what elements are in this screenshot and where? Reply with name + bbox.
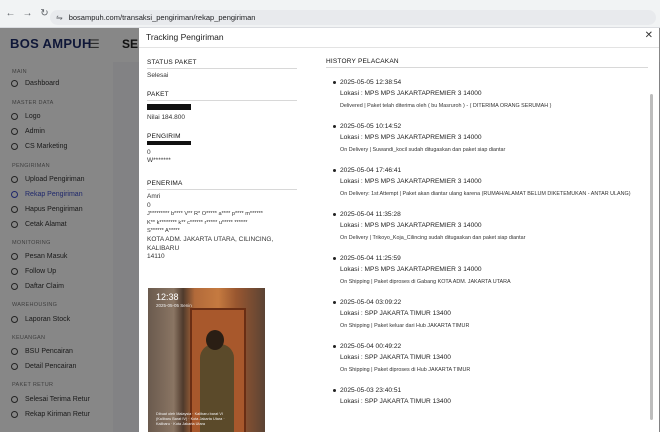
- scrollbar[interactable]: [650, 94, 653, 420]
- browser-toolbar: ← → ↻ ⇋ bosampuh.com/transaksi_pengirima…: [0, 0, 660, 28]
- paket-value: Nilai 184.800: [147, 113, 185, 121]
- divider: [147, 100, 297, 101]
- divider: [147, 68, 297, 69]
- forward-icon[interactable]: →: [21, 8, 34, 19]
- penerima-phone: 0: [147, 201, 151, 209]
- address-bar[interactable]: ⇋ bosampuh.com/transaksi_pengiriman/reka…: [50, 10, 656, 25]
- photo-caption: Dibuat oleh Malaysia · Kalibaru barat VI…: [156, 412, 225, 426]
- photo-timestamp: 12:38: [156, 292, 179, 302]
- bullet-icon: [333, 213, 336, 216]
- pengirim-redacted: [147, 140, 297, 149]
- pengirim-line2: W*******: [147, 157, 171, 165]
- modal-body: STATUS PAKET Selesai PAKET Nilai 184.800…: [139, 48, 659, 432]
- penerima-address-2: K** k******** k** c****** r***** u***** …: [147, 219, 248, 226]
- delivery-proof-photo[interactable]: 12:38 2025-05-05 Senin Dibuat oleh Malay…: [148, 288, 265, 432]
- tracking-modal: Tracking Pengiriman ✕ STATUS PAKET Seles…: [139, 28, 659, 432]
- pengirim-line1: 0: [147, 148, 151, 156]
- penerima-address-1: J********* b**** V** R* O***** a**** p**…: [147, 211, 263, 218]
- paket-block: PAKET Nilai 184.800: [147, 91, 297, 122]
- bullet-icon: [333, 257, 336, 260]
- penerima-district: KALIBARU: [147, 244, 180, 252]
- back-icon[interactable]: ←: [4, 8, 17, 19]
- penerima-block: PENERIMA Amri 0 J********* b**** V** R* …: [147, 180, 297, 262]
- penerima-city: KOTA ADM. JAKARTA UTARA, CILINCING,: [147, 235, 274, 243]
- close-icon[interactable]: ✕: [645, 30, 653, 41]
- url-text: bosampuh.com/transaksi_pengiriman/rekap_…: [68, 13, 256, 22]
- status-label: STATUS PAKET: [147, 59, 197, 66]
- photo-person-head: [206, 330, 224, 350]
- penerima-label: PENERIMA: [147, 180, 183, 187]
- status-block: STATUS PAKET Selesai: [147, 59, 297, 81]
- paket-redacted: [147, 104, 297, 114]
- pengirim-label: PENGIRIM: [147, 133, 181, 140]
- penerima-address-3: S****** A*****: [147, 228, 180, 235]
- divider: [326, 67, 648, 68]
- pengirim-block: PENGIRIM 0 W*******: [147, 133, 297, 166]
- photo-date: 2025-05-05 Senin: [156, 303, 192, 308]
- status-value: Selesai: [147, 72, 169, 79]
- penerima-name: Amri: [147, 193, 161, 200]
- divider: [147, 189, 297, 190]
- bullet-icon: [333, 169, 336, 172]
- bullet-icon: [333, 125, 336, 128]
- paket-label: PAKET: [147, 91, 169, 98]
- app-page: BOS AMPUH ☰ MAIN Dashboard MASTER DATA L…: [0, 28, 660, 432]
- bullet-icon: [333, 301, 336, 304]
- modal-title: Tracking Pengiriman: [146, 32, 224, 42]
- history-label: HISTORY PELACAKAN: [326, 58, 399, 65]
- penerima-zip: 14110: [147, 253, 165, 261]
- bullet-icon: [333, 389, 336, 392]
- site-settings-icon[interactable]: ⇋: [56, 13, 63, 22]
- bullet-icon: [333, 81, 336, 84]
- bullet-icon: [333, 345, 336, 348]
